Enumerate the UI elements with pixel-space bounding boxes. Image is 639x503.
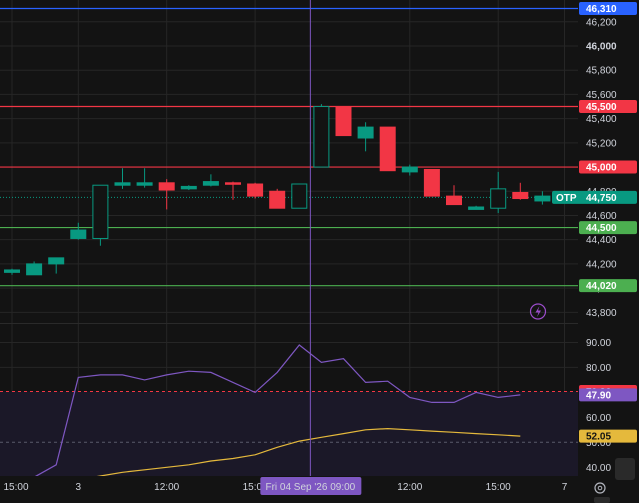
time-tick-label: 3: [76, 482, 82, 493]
candle[interactable]: [180, 185, 197, 191]
candle-body: [269, 190, 286, 209]
price-label-text: 46,310: [586, 4, 617, 15]
candle-body: [291, 183, 308, 209]
candlestick-chart[interactable]: 43,80044,00044,20044,40044,60044,80045,0…: [0, 0, 639, 503]
candle[interactable]: [247, 182, 264, 199]
oscillator-value-tag[interactable]: 52.05: [579, 429, 637, 443]
candle[interactable]: [335, 106, 352, 137]
time-tick-label: 7: [562, 482, 568, 493]
price-label-text: 52.05: [586, 432, 611, 443]
price-label-text: 45,500: [586, 102, 617, 113]
candle[interactable]: [401, 164, 418, 176]
candle-body: [70, 229, 87, 239]
time-tick-label: 15:00: [3, 482, 28, 493]
price-tick-label: 45,600: [586, 90, 617, 101]
candle[interactable]: [357, 122, 374, 152]
price-tick-label: 45,800: [586, 66, 617, 77]
candle-body: [202, 181, 219, 186]
price-label-text: 44,750: [586, 193, 617, 204]
candle[interactable]: [379, 126, 396, 172]
candle-body: [4, 269, 20, 273]
price-level-tag[interactable]: 45,500: [579, 100, 637, 114]
time-axis: 15:00 3 12:00 15:00 12:00 15:00 7Fri 04 Sep '2…: [0, 476, 639, 503]
candle[interactable]: [92, 184, 109, 246]
chart-root[interactable]: 43,80044,00044,20044,40044,60044,80045,0…: [0, 0, 639, 503]
candle-body: [136, 182, 153, 186]
candle[interactable]: [4, 268, 20, 275]
current-price-tag[interactable]: OTP 44,750: [552, 190, 637, 204]
candle[interactable]: [291, 183, 308, 209]
price-level-tag[interactable]: 44,500: [579, 221, 637, 235]
price-tick-label: 45,400: [586, 114, 617, 125]
candle[interactable]: [313, 104, 330, 168]
candle-body: [379, 126, 396, 172]
candle-body: [357, 126, 374, 139]
candle[interactable]: [269, 188, 286, 209]
candle[interactable]: [225, 181, 241, 200]
price-label-text: 44,500: [586, 223, 617, 234]
candle-body: [48, 257, 65, 265]
crosshair-time-label[interactable]: Fri 04 Sep '26 09:00: [260, 477, 362, 495]
candle[interactable]: [158, 179, 175, 210]
candle[interactable]: [490, 171, 507, 214]
price-level-tag[interactable]: 44,020: [579, 279, 637, 293]
candle[interactable]: [48, 257, 65, 274]
symbol-label: OTP: [556, 193, 577, 204]
price-tick-label: 44,400: [586, 235, 617, 246]
candle-body: [247, 183, 264, 197]
candle[interactable]: [534, 191, 551, 205]
candle-body: [225, 182, 241, 185]
scroll-handle[interactable]: [615, 458, 635, 480]
price-tick-label: 43,800: [586, 308, 617, 319]
crosshair-time-text: Fri 04 Sep '26 09:00: [265, 482, 355, 493]
price-level-tag[interactable]: 45,000: [579, 160, 637, 174]
oscillator-value-tag[interactable]: 47.90: [579, 388, 637, 402]
candle-body: [468, 206, 485, 210]
oscillator-tick-label: 80.00: [586, 363, 611, 374]
price-tick-label: 46,200: [586, 17, 617, 28]
candle[interactable]: [446, 185, 462, 206]
candle-body: [401, 166, 418, 173]
candle-body: [335, 106, 352, 137]
price-tick-label: 45,200: [586, 138, 617, 149]
price-tick-label: 44,600: [586, 211, 617, 222]
oscillator-tick-label: 40.00: [586, 463, 611, 474]
price-label-text: 45,000: [586, 163, 617, 174]
candle[interactable]: [423, 168, 440, 197]
candle-body: [180, 185, 197, 190]
price-tick-label: 46,000: [586, 42, 617, 53]
time-tick-label: 12:00: [397, 482, 422, 493]
candle-body: [158, 182, 175, 191]
candle[interactable]: [70, 222, 87, 240]
oscillator-zone: [0, 391, 578, 476]
candle-body: [490, 188, 507, 209]
horizontal-lines: [0, 7, 578, 287]
candle[interactable]: [26, 261, 43, 276]
candle-body: [114, 182, 131, 186]
candle-body: [423, 168, 440, 197]
candle-body: [446, 195, 462, 206]
candles: [4, 104, 551, 276]
time-tick-label: 12:00: [154, 482, 179, 493]
lightning-icon-bolt: [535, 306, 541, 317]
lightning-icon[interactable]: [529, 303, 547, 320]
oscillator-pane: [0, 344, 578, 491]
price-label-text: 47.90: [586, 390, 611, 401]
oscillator-tick-label: 90.00: [586, 338, 611, 349]
candle[interactable]: [202, 174, 219, 187]
price-level-tag[interactable]: 46,310: [579, 1, 637, 15]
candle-body: [92, 184, 109, 239]
candle-body: [534, 195, 551, 202]
price-label-text: 44,020: [586, 281, 617, 292]
price-tick-label: 44,200: [586, 259, 617, 270]
scroll-handle[interactable]: [594, 497, 610, 503]
time-tick-label: 15:00: [486, 482, 511, 493]
candle-body: [512, 191, 529, 200]
candle[interactable]: [468, 205, 485, 210]
oscillator-tick-label: 60.00: [586, 413, 611, 424]
candle-body: [26, 263, 43, 276]
candle[interactable]: [114, 168, 131, 189]
candle[interactable]: [136, 168, 153, 188]
candle-body: [313, 106, 330, 168]
